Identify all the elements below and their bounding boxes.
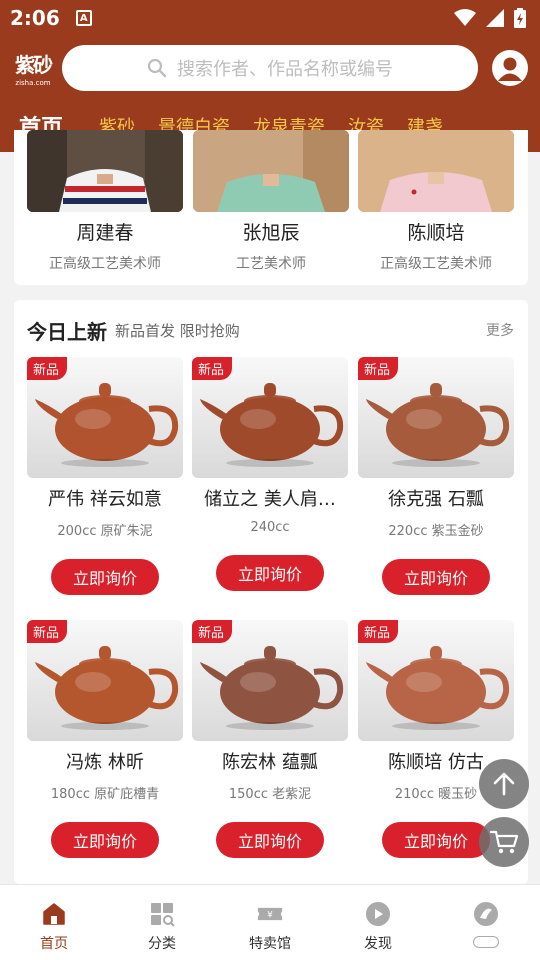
product-spec: 220cc 紫玉金砂 bbox=[388, 524, 484, 539]
product-image: 新品 bbox=[192, 620, 348, 741]
community-label-graphic bbox=[473, 936, 499, 948]
product-card[interactable]: 新品冯炼 林昕 180cc 原矿庇槽青立即询价 bbox=[27, 620, 183, 858]
status-icons bbox=[454, 8, 526, 28]
bottom-nav-label: 发现 bbox=[364, 936, 392, 952]
logo-subtext: zisha.com bbox=[15, 79, 51, 87]
product-spec: 180cc 原矿庇槽青 bbox=[50, 787, 160, 802]
logo-text: 紫砂 bbox=[15, 53, 53, 77]
product-card[interactable]: 新品陈宏林 蕴瓢 150cc 老紫泥立即询价 bbox=[192, 620, 348, 858]
community-icon bbox=[473, 901, 499, 927]
bottom-nav-home[interactable]: 首页 bbox=[0, 885, 108, 960]
cart-icon bbox=[489, 830, 519, 854]
artists-section: 周建春 正高级工艺美术师 张旭辰 工艺美术师 陈顺培 正高级工艺美术师 bbox=[14, 130, 528, 285]
inquire-button[interactable]: 立即询价 bbox=[382, 822, 490, 858]
section-subtitle: 新品首发 限时抢购 bbox=[115, 321, 240, 340]
product-image: 新品 bbox=[358, 357, 514, 478]
new-badge: 新品 bbox=[27, 357, 68, 380]
new-badge: 新品 bbox=[358, 620, 399, 643]
bottom-navigation: 首页 分类 ¥ 特卖馆 发现 bbox=[0, 884, 540, 960]
product-spec: 200cc 原矿朱泥 bbox=[57, 524, 153, 539]
battery-icon bbox=[514, 8, 526, 28]
section-header: 今日上新 新品首发 限时抢购 更多 bbox=[27, 316, 514, 344]
bottom-nav-special-sale[interactable]: ¥ 特卖馆 bbox=[216, 885, 324, 960]
home-icon bbox=[41, 901, 67, 927]
bottom-nav-category[interactable]: 分类 bbox=[108, 885, 216, 960]
artist-photo bbox=[358, 130, 514, 212]
search-placeholder: 搜索作者、作品名称或编号 bbox=[177, 59, 393, 80]
bottom-nav-discover[interactable]: 发现 bbox=[324, 885, 432, 960]
artist-title: 正高级工艺美术师 bbox=[380, 256, 492, 272]
product-name: 冯炼 林昕 bbox=[66, 752, 144, 773]
wifi-icon bbox=[454, 9, 476, 26]
signal-icon bbox=[486, 9, 504, 27]
inquire-button[interactable]: 立即询价 bbox=[216, 555, 324, 591]
search-icon bbox=[147, 58, 167, 78]
artist-name: 张旭辰 bbox=[242, 222, 300, 244]
product-image: 新品 bbox=[27, 620, 183, 741]
status-bar: 2:06 A bbox=[0, 0, 540, 36]
user-avatar-icon[interactable] bbox=[492, 50, 528, 86]
inquire-button[interactable]: 立即询价 bbox=[216, 822, 324, 858]
new-badge: 新品 bbox=[27, 620, 68, 643]
section-title: 今日上新 bbox=[27, 319, 107, 344]
product-name: 储立之 美人肩… bbox=[204, 489, 336, 510]
product-image: 新品 bbox=[27, 357, 183, 478]
search-input[interactable]: 搜索作者、作品名称或编号 bbox=[62, 45, 478, 91]
artist-card[interactable]: 张旭辰 工艺美术师 bbox=[193, 130, 349, 273]
ticket-icon: ¥ bbox=[257, 901, 283, 927]
product-spec: 150cc 老紫泥 bbox=[228, 787, 312, 802]
artist-name: 陈顺培 bbox=[407, 222, 465, 244]
status-time: 2:06 bbox=[10, 6, 60, 30]
inquire-button[interactable]: 立即询价 bbox=[382, 559, 490, 595]
play-icon bbox=[365, 901, 391, 927]
bottom-nav-label: 分类 bbox=[148, 936, 176, 952]
artist-title: 正高级工艺美术师 bbox=[49, 256, 161, 272]
product-card[interactable]: 新品储立之 美人肩… 240cc 立即询价 bbox=[192, 357, 348, 591]
app-logo[interactable]: 紫砂 zisha.com bbox=[8, 46, 58, 90]
artist-photo bbox=[193, 130, 349, 212]
new-arrivals-section: 今日上新 新品首发 限时抢购 更多 新品 严伟 祥云如意 200cc 原矿朱泥 立即询… bbox=[14, 300, 528, 884]
new-badge: 新品 bbox=[192, 620, 233, 643]
product-card[interactable]: 新品徐克强 石瓢 220cc 紫玉金砂立即询价 bbox=[358, 357, 514, 595]
arrow-up-icon bbox=[493, 772, 515, 796]
inquire-button[interactable]: 立即询价 bbox=[51, 559, 159, 595]
product-spec: 240cc bbox=[250, 520, 290, 535]
bottom-nav-community[interactable] bbox=[432, 885, 540, 960]
artist-card[interactable]: 周建春 正高级工艺美术师 bbox=[27, 130, 183, 273]
more-link[interactable]: 更多 bbox=[486, 320, 514, 340]
product-image: 新品 bbox=[358, 620, 514, 741]
scroll-to-top-button[interactable] bbox=[479, 759, 529, 809]
product-card[interactable]: 新品严伟 祥云如意 200cc 原矿朱泥立即询价 bbox=[27, 357, 183, 595]
search-row: 紫砂 zisha.com 搜索作者、作品名称或编号 bbox=[0, 36, 540, 100]
artist-title: 工艺美术师 bbox=[236, 256, 306, 272]
product-name: 陈宏林 蕴瓢 bbox=[222, 752, 318, 773]
product-image: 新品 bbox=[192, 357, 348, 478]
product-name: 徐克强 石瓢 bbox=[388, 489, 484, 510]
inquire-button[interactable]: 立即询价 bbox=[51, 822, 159, 858]
artist-photo bbox=[27, 130, 183, 212]
product-name: 严伟 祥云如意 bbox=[48, 489, 162, 510]
bottom-nav-label: 首页 bbox=[40, 936, 68, 952]
artist-name: 周建春 bbox=[76, 222, 134, 244]
svg-text:¥: ¥ bbox=[267, 910, 273, 920]
new-badge: 新品 bbox=[358, 357, 399, 380]
notification-icon: A bbox=[75, 10, 92, 26]
artist-card[interactable]: 陈顺培 正高级工艺美术师 bbox=[358, 130, 514, 273]
cart-button[interactable] bbox=[479, 817, 529, 867]
category-icon bbox=[149, 901, 175, 927]
new-badge: 新品 bbox=[192, 357, 233, 380]
bottom-nav-label: 特卖馆 bbox=[249, 936, 291, 952]
